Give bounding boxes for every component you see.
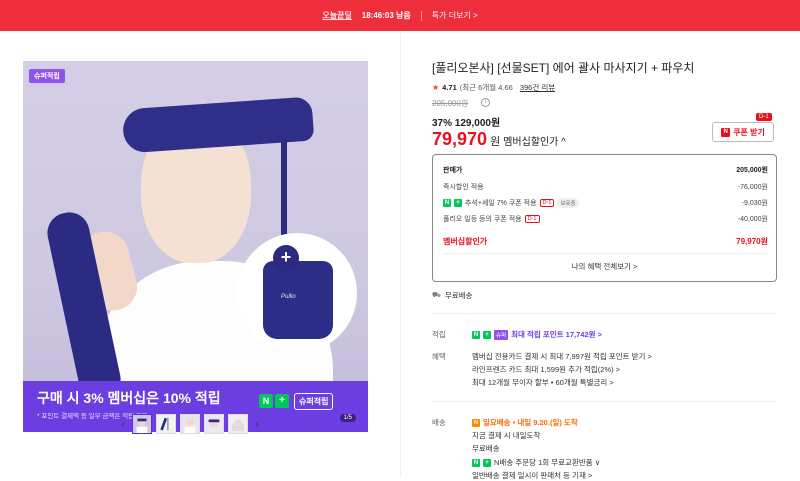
owned-tag: 보유중 bbox=[557, 198, 579, 208]
discount-price: 129,000원 bbox=[454, 118, 501, 129]
product-title: [풀리오본사] [선물SET] 에어 괄사 마사지기 + 파우치 bbox=[432, 61, 695, 75]
naver-n-icon: N bbox=[443, 199, 451, 207]
free-shipping-label: 무료배송 bbox=[444, 291, 473, 300]
plus-icon: + bbox=[273, 245, 299, 271]
deal-label[interactable]: 오늘끝딜 bbox=[322, 10, 351, 21]
price-row: 즉시할인 적용 -76,000원 bbox=[443, 182, 768, 192]
delivery-line: N배송 주문당 1회 무료교환반품 ∨ bbox=[494, 458, 601, 467]
arrival-text: 일요배송 • 내일 9.20.(일) 도착 bbox=[482, 418, 578, 427]
naver-n-icon: N bbox=[721, 127, 731, 137]
price-row-value: -9,030원 bbox=[741, 200, 768, 207]
product-hero-image[interactable]: Pullio + 슈퍼적립 구매 시 3% 멤버십은 10% 적립 * 포인트 … bbox=[23, 61, 368, 432]
original-price: 205,000원 bbox=[432, 99, 469, 108]
rating-score: 4.71 bbox=[442, 83, 457, 92]
product-page: Pullio + 슈퍼적립 구매 시 3% 멤버십은 10% 적립 * 포인트 … bbox=[0, 31, 800, 480]
image-page-count: 1/5 bbox=[339, 414, 356, 422]
topbar-divider bbox=[420, 10, 422, 21]
my-benefits-link[interactable]: 나의 혜택 전체보기 > bbox=[433, 261, 776, 272]
price-row-value: 79,970원 bbox=[736, 237, 768, 246]
member-price-row[interactable]: 79,970 원 멤버십할인가 ^ bbox=[432, 129, 566, 150]
thumbnail[interactable] bbox=[132, 414, 152, 434]
price-row-label-wrap: 풀리오 일등 등의 쿠폰 적용 D-1 bbox=[443, 214, 540, 224]
price-row-label: 추석+세일 7% 쿠폰 적용 bbox=[465, 200, 537, 207]
delivery-line: 무료배송 bbox=[472, 444, 500, 453]
naver-plus-icon: + bbox=[483, 330, 491, 339]
naver-plus-icon: + bbox=[454, 199, 462, 207]
price-breakdown: 판매가 205,000원 즉시할인 적용 -76,000원 N + 추석+세일 … bbox=[432, 154, 777, 282]
naver-n-icon: N bbox=[259, 394, 273, 408]
price-row-value: -76,000원 bbox=[737, 184, 768, 191]
info-icon[interactable]: i bbox=[481, 98, 490, 107]
benefit-line[interactable]: 최대 12개월 무이자 할부 • 60개월 특별금리 > bbox=[472, 377, 614, 388]
price-row-label-wrap: N + 추석+세일 7% 쿠폰 적용 D-1 보유중 bbox=[443, 198, 579, 208]
price-row-label: 멤버십할인가 bbox=[443, 237, 488, 246]
free-shipping: ⛟ 무료배송 bbox=[432, 290, 472, 301]
star-icon: ★ bbox=[432, 83, 440, 92]
more-deals-link[interactable]: 특가 더보기 > bbox=[432, 10, 478, 21]
price-row-label: 풀리오 일등 등의 쿠폰 적용 bbox=[443, 216, 522, 223]
price-row-total: 멤버십할인가 79,970원 bbox=[443, 236, 768, 247]
benefit-line[interactable]: 멤버십 전용카드 결제 시 최대 7,997원 적립 포인트 받기 > bbox=[472, 351, 652, 362]
price-box-divider bbox=[443, 253, 768, 254]
price-row-value: 205,000원 bbox=[736, 167, 768, 174]
points-value[interactable]: N + 슈퍼 최대 적립 포인트 17,742원 > bbox=[472, 329, 602, 340]
thumbnail[interactable] bbox=[228, 414, 248, 434]
section-divider bbox=[432, 401, 777, 402]
benefit-line[interactable]: 라인프렌즈 카드 최대 1,599원 추가 적립(2%) > bbox=[472, 364, 620, 375]
naver-plus-icon: + bbox=[483, 458, 491, 467]
thumbnail[interactable] bbox=[156, 414, 176, 434]
price-row-label: 판매가 bbox=[443, 167, 463, 174]
pouch-brand: Pullio bbox=[281, 294, 296, 300]
thumb-next-icon[interactable]: › bbox=[252, 419, 262, 430]
thumbnail[interactable] bbox=[204, 414, 224, 434]
points-label: 적립 bbox=[432, 330, 446, 339]
truck-icon: ⛟ bbox=[432, 292, 441, 299]
price-row: 풀리오 일등 등의 쿠폰 적용 D-1 -40,000원 bbox=[443, 214, 768, 224]
deal-timer: 18:46:03 남음 bbox=[361, 11, 411, 20]
rating-row: ★ 4.71 (최근 6개월 4.66 396건 리뷰 bbox=[432, 82, 555, 93]
coupon-button[interactable]: N 쿠폰 받기 bbox=[712, 122, 774, 142]
delivery-line: 지금 결제 시 내일도착 bbox=[472, 431, 541, 440]
delivery-line[interactable]: 일반배송 결제 일시이 판매처 등 기재 > bbox=[472, 470, 592, 481]
d1-tag: D-1 bbox=[539, 199, 555, 207]
discount-percent: 37% bbox=[432, 118, 453, 129]
member-price-label: 멤버십할인가 ^ bbox=[503, 137, 566, 148]
coupon-button-label: 쿠폰 받기 bbox=[733, 127, 765, 137]
delivery-arrival: N 일요배송 • 내일 9.20.(일) 도착 bbox=[472, 417, 578, 428]
deal-topbar: 오늘끝딜 18:46:03 남음 특가 더보기 > bbox=[0, 0, 800, 31]
delivery-return[interactable]: N + N배송 주문당 1회 무료교환반품 ∨ bbox=[472, 457, 600, 468]
delivery-label: 배송 bbox=[432, 418, 446, 427]
discount-row: 37% 129,000원 bbox=[432, 114, 500, 129]
price-row-label: 즉시할인 적용 bbox=[443, 184, 484, 191]
naver-n-icon: N bbox=[472, 330, 480, 339]
benefits-label: 혜택 bbox=[432, 352, 446, 361]
super-points-badge: 슈퍼적립 bbox=[29, 69, 65, 83]
super-points-tag: 슈퍼적립 bbox=[294, 392, 334, 410]
banner-headline: 구매 시 3% 멤버십은 10% 적립 bbox=[37, 390, 221, 406]
thumb-prev-icon[interactable]: ‹ bbox=[118, 419, 128, 430]
delivery-tag: N bbox=[472, 418, 480, 427]
npay-super-tag: N + 슈퍼적립 bbox=[259, 391, 334, 411]
member-price: 79,970 bbox=[432, 129, 488, 149]
points-text: 최대 적립 포인트 17,742원 > bbox=[511, 330, 602, 339]
thumbnail[interactable] bbox=[180, 414, 200, 434]
pouch-image bbox=[263, 261, 333, 339]
coupon-d1-badge: D-1 bbox=[756, 113, 772, 121]
price-row-value: -40,000원 bbox=[737, 216, 768, 223]
section-divider bbox=[432, 313, 777, 314]
thumbnail-strip: ‹ › bbox=[118, 414, 262, 434]
price-row: 판매가 205,000원 bbox=[443, 165, 768, 175]
reviews-link[interactable]: 396건 리뷰 bbox=[520, 82, 555, 93]
member-price-unit: 원 bbox=[490, 136, 501, 148]
rating-detail: (최근 6개월 4.66 bbox=[459, 83, 513, 92]
d1-tag: D-1 bbox=[524, 215, 540, 223]
price-row: N + 추석+세일 7% 쿠폰 적용 D-1 보유중 -9,030원 bbox=[443, 198, 768, 208]
column-divider bbox=[400, 31, 401, 477]
naver-plus-icon: + bbox=[275, 394, 289, 408]
naver-n-icon: N bbox=[472, 458, 480, 467]
super-tag: 슈퍼 bbox=[494, 329, 509, 340]
